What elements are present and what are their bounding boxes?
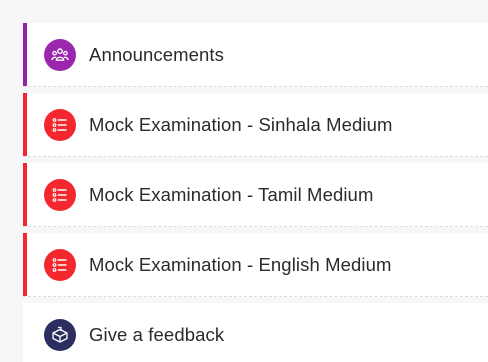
activity-item-feedback[interactable]: Give a feedback xyxy=(23,303,488,362)
list-icon xyxy=(44,108,76,141)
list-icon xyxy=(44,248,76,281)
item-accent-bar xyxy=(23,233,27,296)
activity-item-label: Announcements xyxy=(89,43,225,65)
activity-item-label: Mock Examination - Tamil Medium xyxy=(89,183,374,205)
item-accent-bar xyxy=(23,23,27,86)
feedback-box-icon xyxy=(44,319,76,351)
activity-list-container: Announcements Mock Examination - Sinhala… xyxy=(0,0,488,362)
activity-list: Announcements Mock Examination - Sinhala… xyxy=(23,23,488,362)
people-group-icon xyxy=(44,38,76,71)
activity-item-label: Mock Examination - English Medium xyxy=(89,253,392,275)
activity-item-label: Mock Examination - Sinhala Medium xyxy=(89,113,393,135)
activity-item-mock-exam-sinhala[interactable]: Mock Examination - Sinhala Medium xyxy=(23,93,488,157)
activity-item-announcements[interactable]: Announcements xyxy=(23,23,488,87)
activity-item-mock-exam-tamil[interactable]: Mock Examination - Tamil Medium xyxy=(23,163,488,227)
activity-item-label: Give a feedback xyxy=(89,324,225,345)
item-accent-bar xyxy=(23,93,27,156)
list-icon xyxy=(44,178,76,211)
activity-item-mock-exam-english[interactable]: Mock Examination - English Medium xyxy=(23,233,488,297)
item-accent-bar xyxy=(23,163,27,226)
